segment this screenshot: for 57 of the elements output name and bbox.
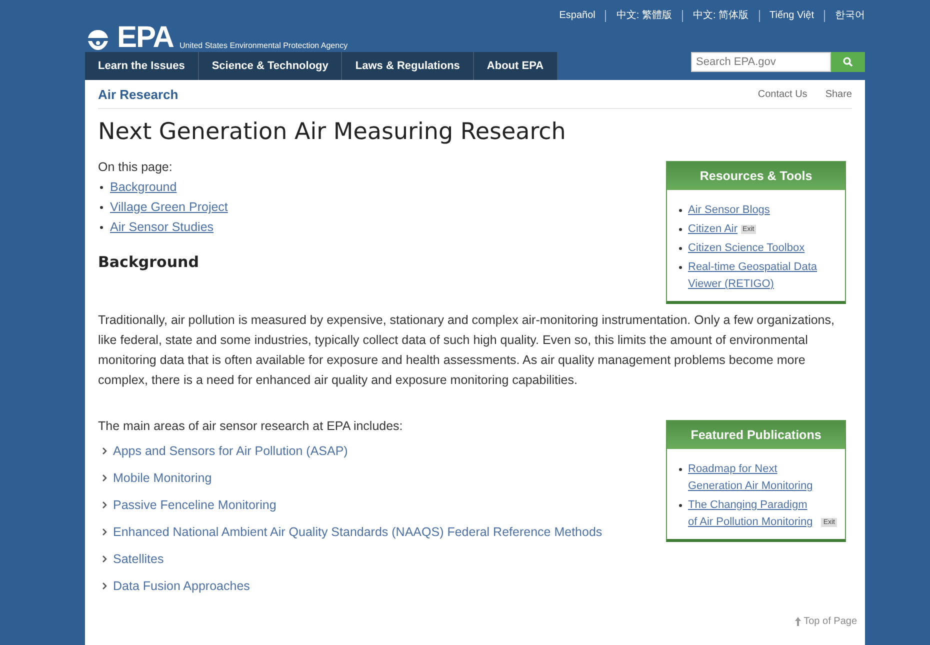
bullet-icon [679,228,682,231]
chevron-icon [102,501,107,509]
logo-icon [85,28,111,52]
sidebar-link[interactable]: Citizen Science Toolbox [688,240,805,257]
chevron-icon [102,528,107,536]
sidebar-link[interactable]: Roadmap for Next Generation Air Monitoring [688,461,820,495]
arrow-up-icon [794,617,801,626]
search-button[interactable] [831,52,865,72]
background-paragraph: Traditionally, air pollution is measured by expensive, stationary and complex air-monitoring instrumentation. Only a few organizations, like federal, state and some industries, typically collect data of such high quality. Even so, this limits the amount of environmental monitoring data that is often available for exposure and health assessments. As air quality management problems become more complex, there is a need for enhanced air quality and exposure monitoring capabilities. [98,312,836,389]
bullet-icon [679,504,682,507]
agency-name: United States Environmental Protection Agency [179,41,348,50]
page-title: Next Generation Air Measuring Research [98,119,567,145]
bullet-icon [100,226,103,228]
page-anchor-link[interactable]: Background [110,177,177,197]
search-icon [843,57,853,67]
sidebar-link[interactable]: Real-time Geospatial Data Viewer (RETIGO) [688,259,820,293]
sidebar-link[interactable]: Citizen Air [688,221,738,238]
research-area-link[interactable]: Passive Fenceline Monitoring [102,496,276,514]
top-of-page-link[interactable]: Top of Page [794,616,857,627]
search-field[interactable]: Search EPA.gov [691,52,831,72]
language-link[interactable]: 中文: 繁體版 [605,10,682,22]
research-area-link[interactable]: Satellites [102,550,164,568]
language-link[interactable]: Tiếng Việt [758,10,824,22]
logo-text[interactable]: EPA [117,24,174,52]
chevron-icon [102,582,107,590]
bullet-icon [100,186,103,188]
chevron-icon [102,555,107,563]
page-anchor-link[interactable]: Air Sensor Studies [110,217,214,237]
chevron-icon [102,447,107,455]
language-link[interactable]: Español [549,10,606,22]
on-this-page-label: On this page: [98,159,172,176]
sidebar-box-title: Resources & Tools [667,162,845,190]
section-title[interactable]: Air Research [98,86,178,102]
research-area-link[interactable]: Mobile Monitoring [102,469,212,487]
bullet-icon [679,468,682,471]
nav-tab[interactable]: About EPA [474,52,558,80]
bullet-icon [679,209,682,212]
section-heading: Background [98,253,199,271]
sidebar-link[interactable]: The Changing Paradigm of Air Pollution Monitoring [688,497,818,531]
utility-link[interactable]: Share [825,88,852,100]
research-intro: The main areas of air sensor research at EPA includes: [98,418,403,435]
language-link[interactable]: 한국어 [824,10,865,22]
sidebar-box-title: Featured Publications [667,421,845,449]
bullet-icon [100,206,103,208]
sidebar-link[interactable]: Air Sensor Blogs [688,202,770,219]
chevron-icon [102,474,107,482]
page-anchor-link[interactable]: Village Green Project [110,197,228,217]
research-area-link[interactable]: Apps and Sensors for Air Pollution (ASAP) [102,442,348,460]
nav-tab[interactable]: Science & Technology [198,52,342,80]
nav-tab[interactable]: Learn the Issues [85,52,199,80]
research-area-link[interactable]: Enhanced National Ambient Air Quality Standards (NAAQS) Federal Reference Methods [102,523,602,541]
language-link[interactable]: 中文: 简体版 [682,10,759,22]
bullet-icon [679,266,682,269]
research-area-link[interactable]: Data Fusion Approaches [102,577,250,595]
utility-link[interactable]: Contact Us [758,88,808,100]
nav-tab[interactable]: Laws & Regulations [342,52,474,80]
bullet-icon [679,247,682,250]
